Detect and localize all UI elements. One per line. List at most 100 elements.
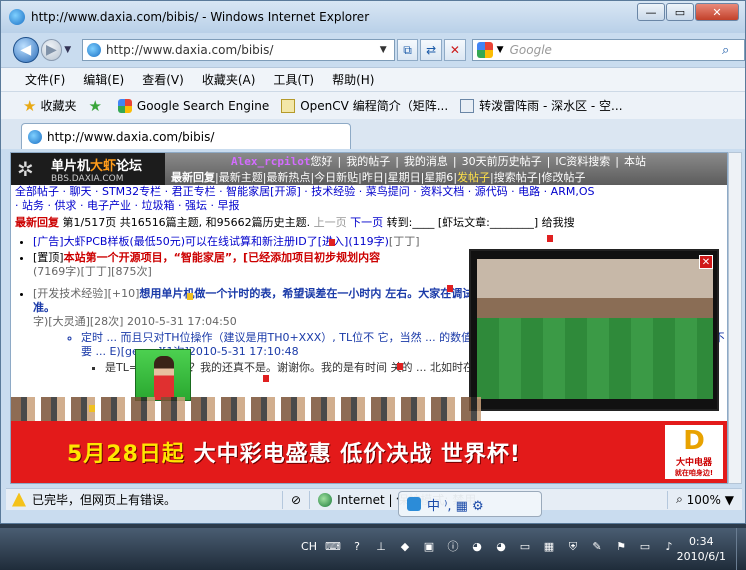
menu-file[interactable]: 文件(F) [25,71,65,88]
goto-page[interactable]: 转到:____ [虾坛文章:________] 给我搜 [383,216,575,229]
prev-page-link[interactable]: 上一页 [314,216,347,229]
qq-icon[interactable]: ◕ [468,538,486,556]
nav-today[interactable]: 今日新贴 [314,169,358,185]
menu-help[interactable]: 帮助(H) [332,71,374,88]
back-button[interactable]: ◀ [13,37,39,63]
help-icon[interactable]: ? [348,538,366,556]
nav-edit-posts[interactable]: 修改帖子 [541,169,585,185]
nav-hot[interactable]: 最新热点 [266,169,310,185]
link-history[interactable]: 30天前历史帖子 [462,153,542,169]
category-links-1[interactable]: 全部帖子 · 聊天 · STM32专栏 · 君正专栏 · 智能家居[开源] · … [11,185,727,199]
favorite-link-label: Google Search Engine [136,98,270,113]
forward-button[interactable]: ▶ [40,39,63,61]
username[interactable]: Alex_rcpilot [231,155,310,168]
next-page-link[interactable]: 下一页 [350,216,383,229]
minimize-button[interactable]: — [637,3,665,21]
link-my-posts[interactable]: 我的帖子 [346,153,390,169]
page-icon [28,129,42,144]
site-header: ✲ 单片机大虾论坛 BBS.DAXIA.COM Alex_rcpilot 您好 … [11,153,727,185]
ad-banner[interactable]: 5月28日起 大中彩电盛惠 低价决战 世界杯! D 大中电器 就在咱身边! [11,421,727,483]
close-button[interactable]: ✕ [695,3,739,21]
network-icon[interactable]: ◆ [396,538,414,556]
search-box[interactable]: ▼ Google ⌕ [471,39,746,61]
ad-date: 5月28日起 [67,442,185,467]
nav-latest-replies[interactable]: 最新回复 [171,169,215,185]
display-icon[interactable]: ▭ [636,538,654,556]
clock[interactable]: 0:34 2010/6/1 [677,534,726,564]
maximize-button[interactable]: ▭ [666,3,694,21]
favorite-link-weather[interactable]: 转泼雷阵雨 - 深水区 - 空... [460,97,623,114]
history-dropdown[interactable]: ▼ [64,45,76,55]
system-tray: CH ⌨ ? ⊥ ◆ ▣ ⓘ ◕ ◕ ▭ ▦ ⛨ ✎ ⚑ ▭ ♪ [300,538,684,556]
menu-tools[interactable]: 工具(T) [273,71,314,88]
app-icon[interactable]: ▣ [420,538,438,556]
nav-yesterday[interactable]: 昨日 [362,169,384,185]
link-my-messages[interactable]: 我的消息 [404,153,448,169]
ime-logo-icon [407,497,421,511]
menu-favorites[interactable]: 收藏夹(A) [202,71,256,88]
favorite-link-opencv[interactable]: OpenCV 编程简介（矩阵... [281,97,448,114]
post-title[interactable]: [广告]大虾PCB样板(最低50元)可以在线试算和新注册ID了[进入](119字… [33,235,389,248]
zoom-level: 100% [686,492,721,507]
list-item[interactable]: [广告]大虾PCB样板(最低50元)可以在线试算和新注册ID了[进入](119字… [33,235,727,249]
volume-icon[interactable]: ♪ [660,538,678,556]
site-logo[interactable]: ✲ 单片机大虾论坛 BBS.DAXIA.COM [11,153,165,185]
favorite-link-google[interactable]: Google Search Engine [117,98,270,113]
taskbar: CH ⌨ ? ⊥ ◆ ▣ ⓘ ◕ ◕ ▭ ▦ ⛨ ✎ ⚑ ▭ ♪ 0:34 20… [0,528,746,570]
address-input[interactable]: http://www.daxia.com/bibis/ [106,43,380,57]
stop-button[interactable]: ✕ [444,39,466,61]
search-provider-dropdown[interactable]: ▼ [497,45,504,55]
close-icon[interactable]: ✕ [699,255,713,269]
add-favorite-button[interactable]: ★ [88,97,105,115]
vertical-scrollbar[interactable] [728,152,742,484]
address-dropdown[interactable]: ▼ [380,45,394,55]
info-icon[interactable]: ⓘ [444,538,462,556]
clock-date: 2010/6/1 [676,550,726,563]
warning-icon[interactable] [12,492,26,507]
brand-initial: D [683,425,705,456]
nav-search-posts[interactable]: 搜索帖子 [494,169,538,185]
favorites-button[interactable]: ★ 收藏夹 [23,97,76,115]
tab-daxia[interactable]: http://www.daxia.com/bibis/ [21,123,351,149]
search-icon[interactable]: ⌕ [722,43,744,58]
nav-sunday[interactable]: 星期日 [388,169,421,185]
ad-girl-image[interactable] [135,349,191,401]
show-desktop-button[interactable] [736,528,746,570]
flag-icon[interactable]: ⚑ [612,538,630,556]
monitor-icon[interactable]: ▭ [516,538,534,556]
security-icon[interactable]: ⊘ [282,490,309,509]
menu-edit[interactable]: 编辑(E) [83,71,124,88]
favorite-link-label: 转泼雷阵雨 - 深水区 - 空... [479,99,623,113]
status-text[interactable]: 已完毕，但网页上有错误。 [32,491,282,508]
pin-icon[interactable]: ⊥ [372,538,390,556]
ime-toolbar[interactable]: 中 ⁾, ▦ ⚙ [398,491,542,517]
language-indicator[interactable]: CH [300,538,318,556]
zoom-control[interactable]: ⌕ 100% ▼ [667,490,742,509]
shrimp-icon: ✲ [17,157,34,181]
address-bar[interactable]: http://www.daxia.com/bibis/ ▼ [82,39,395,61]
menu-view[interactable]: 查看(V) [142,71,184,88]
refresh-button[interactable]: ⇄ [420,39,443,61]
category-links-2[interactable]: · 站务 · 供求 · 电子产业 · 垃圾箱 · 强坛 · 早报 [11,199,727,213]
ime-icon[interactable]: ⌨ [324,538,342,556]
window-icon[interactable]: ▦ [540,538,558,556]
tv-popup-ad[interactable]: ✕ [469,249,719,411]
confetti [329,239,335,246]
page-content: ✲ 单片机大虾论坛 BBS.DAXIA.COM Alex_rcpilot 您好 … [10,152,728,484]
shield-icon[interactable]: ⛨ [564,538,582,556]
nav-latest-topics[interactable]: 最新主题 [219,169,263,185]
pen-icon[interactable]: ✎ [588,538,606,556]
search-input[interactable]: Google [510,43,722,57]
chat-icon[interactable]: ◕ [492,538,510,556]
title-bar[interactable]: http://www.daxia.com/bibis/ - Windows In… [1,1,745,33]
nav-new-post[interactable]: 发帖子 [457,169,490,185]
compatibility-button[interactable]: ⧉ [396,39,419,61]
link-ic-search[interactable]: IC资料搜索 [555,153,610,169]
post-tag: [开发技术经验][+10] [33,287,140,300]
link-site[interactable]: 本站 [624,153,646,169]
nav-saturday[interactable]: 星期6 [424,169,453,185]
post-date: 2010-5-31 17:04:50 [126,315,237,328]
confetti [397,363,403,370]
post-title[interactable]: 本站第一个开源项目，“智能家居”，[已经添加项目初步规划内容 [64,251,380,264]
forward-arrow-icon: ▶ [46,42,57,58]
